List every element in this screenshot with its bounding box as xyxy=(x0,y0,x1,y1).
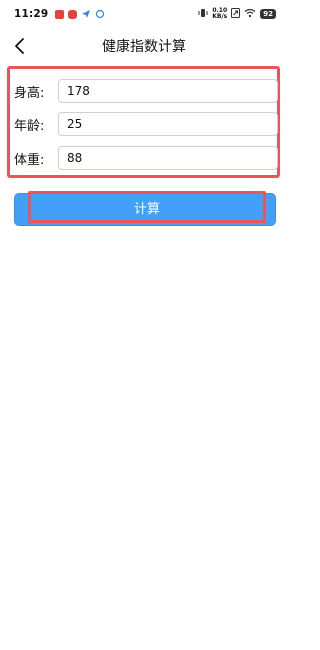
age-row: 年龄: xyxy=(14,112,278,136)
health-form: 身高: 年龄: 体重: xyxy=(7,66,280,178)
sync-app-icon xyxy=(95,9,105,19)
notification-app-icon xyxy=(55,9,65,19)
height-input[interactable] xyxy=(58,79,278,103)
send-app-icon xyxy=(81,9,91,19)
height-row: 身高: xyxy=(14,79,278,103)
weight-row: 体重: xyxy=(14,146,278,170)
vibrate-icon xyxy=(198,8,208,21)
weight-label: 体重: xyxy=(14,152,45,168)
weight-input[interactable] xyxy=(58,146,278,170)
data-icon xyxy=(231,7,241,21)
message-app-icon xyxy=(68,9,78,19)
age-label: 年龄: xyxy=(14,118,45,134)
height-label: 身高: xyxy=(14,85,45,101)
calculate-button[interactable]: 计算 xyxy=(28,191,266,223)
app-header: 健康指数计算 xyxy=(0,28,288,64)
status-right: 0.10 KB/s 92 xyxy=(198,7,276,21)
net-speed-unit: KB/s xyxy=(212,13,228,20)
status-time: 11:29 xyxy=(14,8,49,20)
battery-indicator: 92 xyxy=(260,9,276,19)
wifi-icon xyxy=(244,8,256,21)
status-left: 11:29 xyxy=(14,8,105,20)
screen: 11:29 0.10 KB/s 92 健康指数计算 身高: 178 年龄: 25… xyxy=(0,0,288,650)
back-button[interactable] xyxy=(6,32,34,60)
net-speed: 0.10 KB/s xyxy=(212,8,227,20)
age-input[interactable] xyxy=(58,112,278,136)
page-title: 健康指数计算 xyxy=(102,39,186,55)
chevron-left-icon xyxy=(15,38,24,54)
status-bar: 11:29 0.10 KB/s 92 xyxy=(0,0,288,28)
